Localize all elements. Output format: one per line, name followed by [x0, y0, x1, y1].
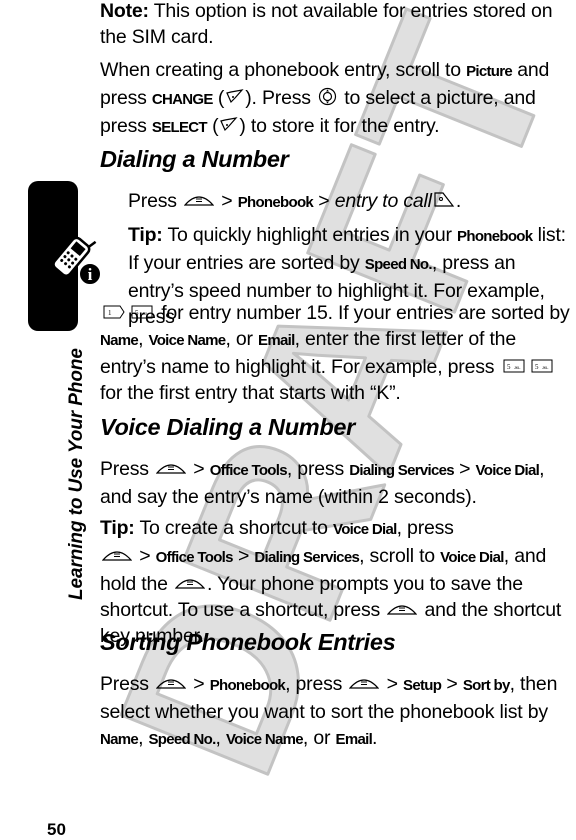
svg-text:5: 5: [135, 309, 139, 317]
svg-text:JKL: JKL: [514, 365, 521, 370]
svg-text:JKL: JKL: [542, 365, 549, 370]
key-5-icon: 5 JKL: [531, 359, 553, 373]
svg-text:JKL: JKL: [142, 311, 149, 316]
menu-key-icon: [349, 679, 380, 689]
voice-steps: Press > Office Tools, press Dialing Serv…: [100, 458, 545, 508]
menu-key-icon: [387, 605, 418, 615]
heading-sorting: Sorting Phonebook Entries: [100, 629, 396, 655]
key-1-icon: 1: [103, 305, 125, 319]
right-soft-key-icon: [220, 117, 238, 132]
nav-key-icon: [318, 88, 337, 106]
svg-text:1: 1: [108, 309, 112, 317]
send-key-icon: [434, 192, 455, 207]
svg-text:i: i: [88, 265, 93, 284]
phone-info-icon: i: [52, 236, 102, 286]
key-5-icon: 5 JKL: [131, 305, 153, 319]
menu-key-icon: [156, 679, 187, 689]
menu-key-icon: [184, 196, 215, 206]
picture-paragraph: When creating a phonebook entry, scroll …: [100, 59, 550, 137]
dialing-tip-continued: 1 5 JKL for entry number 15. If your entri…: [100, 302, 570, 404]
page-number: 50: [47, 820, 66, 839]
menu-key-icon: [102, 551, 132, 561]
key-5-icon: 5 JKL: [503, 359, 525, 373]
heading-dialing: Dialing a Number: [100, 146, 289, 172]
sorting-steps: Press > Phonebook, press > Setup > Sort …: [100, 673, 558, 749]
dialing-steps: Press > Phonebook > entry to call.: [128, 190, 462, 212]
svg-text:5: 5: [507, 363, 511, 371]
right-soft-key-icon: [226, 89, 244, 104]
svg-text:5: 5: [535, 363, 539, 371]
section-label: Learning to Use Your Phone: [66, 348, 87, 600]
menu-key-icon: [175, 579, 206, 589]
note-paragraph: Note: This option is not available for e…: [100, 0, 553, 48]
menu-key-icon: [156, 464, 187, 474]
heading-voice-dialing: Voice Dialing a Number: [100, 414, 356, 440]
